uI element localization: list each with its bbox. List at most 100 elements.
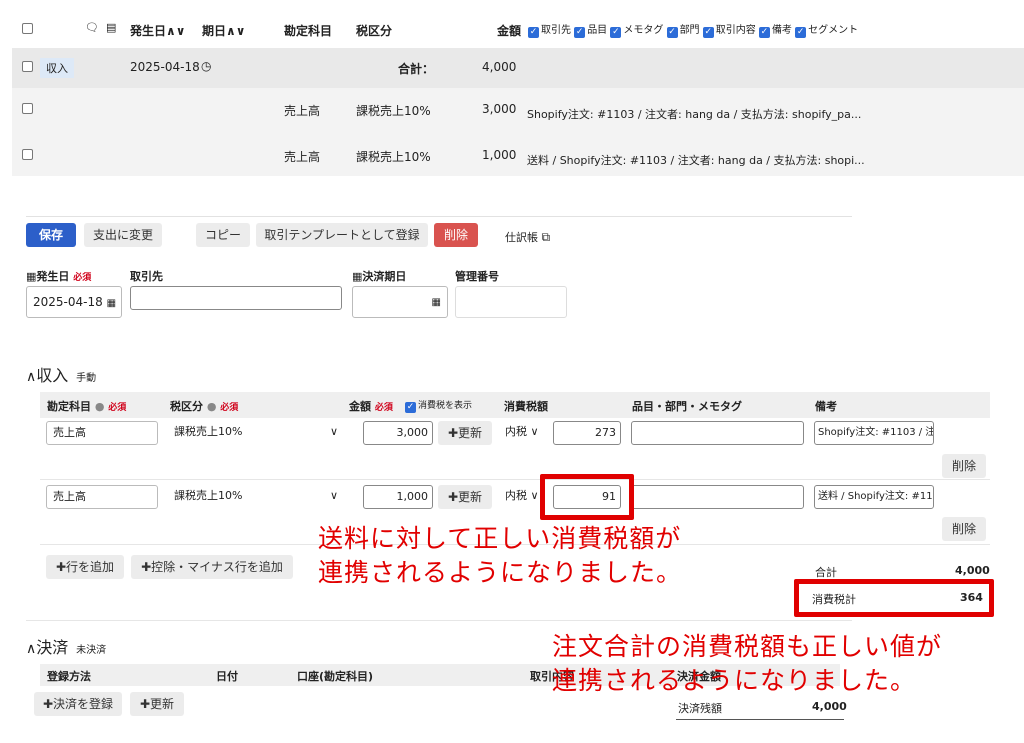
- due-date-field[interactable]: ▦: [352, 286, 448, 318]
- row-account: 売上高: [284, 104, 321, 118]
- settlement-title[interactable]: ∧決済 未決済: [26, 634, 106, 658]
- amount-field[interactable]: 3,000: [363, 421, 433, 445]
- check-icon: ✓: [666, 27, 678, 38]
- change-to-expense-button[interactable]: 支出に変更: [84, 223, 162, 247]
- chevron-down-icon: ∨: [530, 425, 539, 438]
- calendar-icon: ▦: [106, 298, 117, 309]
- divider: [40, 479, 990, 480]
- help-icon: ●: [206, 400, 217, 413]
- due-label: ▦決済期日: [352, 270, 407, 283]
- help-icon: ●: [94, 400, 105, 413]
- row-amount: 3,000: [482, 102, 517, 116]
- divider: [676, 719, 844, 720]
- add-minus-row-button[interactable]: ✚控除・マイナス行を追加: [131, 555, 293, 579]
- income-header-amount: 金額 必須: [349, 400, 393, 413]
- column-toggles: ✓ 取引先 ✓ 品目 ✓ メモタグ ✓ 部門 ✓ 取引内容 ✓ 備考 ✓ セグメント: [528, 21, 858, 38]
- income-total-label: 合計: [815, 566, 837, 579]
- plus-icon: ✚: [141, 560, 152, 574]
- toggle-section[interactable]: ✓ 部門: [666, 25, 700, 38]
- register-settlement-button[interactable]: ✚決済を登録: [34, 692, 122, 716]
- row-note: 送料 / Shopify注文: #1103 / 注文者: hang da / 支…: [527, 154, 865, 167]
- header-due[interactable]: 期日∧∨: [202, 22, 246, 39]
- header-date[interactable]: 発生日∧∨: [130, 22, 186, 39]
- row-tax: 課税売上10%: [356, 104, 431, 118]
- toggle-content[interactable]: ✓ 取引内容: [702, 25, 756, 38]
- row-account: 売上高: [284, 150, 321, 164]
- chevron-down-icon: ∨: [329, 425, 338, 438]
- row-tax: 課税売上10%: [356, 150, 431, 164]
- settlement-header-method: 登録方法: [47, 670, 91, 683]
- manage-label: 管理番号: [455, 270, 499, 283]
- copy-button[interactable]: コピー: [196, 223, 250, 247]
- calendar-icon: ▦: [26, 270, 37, 283]
- toggle-note[interactable]: ✓ 備考: [758, 25, 792, 38]
- note-field[interactable]: Shopify注文: #1103 / 注:: [814, 421, 934, 445]
- row-checkbox[interactable]: [22, 149, 33, 160]
- row-checkbox[interactable]: [22, 61, 33, 72]
- settlement-header-account: 口座(勘定科目): [297, 670, 374, 683]
- check-icon: ✓: [574, 27, 586, 38]
- tax-amount-field[interactable]: 273: [553, 421, 621, 445]
- delete-button[interactable]: 削除: [434, 223, 478, 247]
- income-header-tax-amount: 消費税額: [504, 400, 548, 413]
- calendar-icon: ▦: [352, 270, 363, 283]
- check-icon: ✓: [795, 27, 807, 38]
- plus-icon: ✚: [447, 426, 459, 440]
- header-tax: 税区分: [356, 24, 393, 38]
- toggle-item[interactable]: ✓ 品目: [574, 25, 607, 38]
- summary-date: 2025-04-18: [130, 60, 200, 74]
- plus-icon: ✚: [42, 697, 54, 711]
- summary-total-label: 合計：: [398, 62, 435, 76]
- toggle-memotag[interactable]: ✓ メモタグ: [610, 25, 663, 38]
- journal-link[interactable]: 仕訳帳 ⧉: [505, 229, 550, 245]
- check-icon: ✓: [758, 27, 770, 38]
- highlight-tax-amount: [540, 474, 634, 520]
- income-header-items: 品目・部門・メモタグ: [632, 400, 742, 413]
- chevron-down-icon: ∨: [530, 489, 539, 502]
- check-icon: ✓: [610, 27, 622, 38]
- row-checkbox[interactable]: [22, 103, 33, 114]
- divider: [26, 216, 852, 217]
- summary-total: 4,000: [482, 60, 517, 74]
- items-field[interactable]: [631, 421, 804, 445]
- highlight-tax-total: [794, 579, 994, 617]
- account-field[interactable]: 売上高: [46, 485, 158, 509]
- partner-label: 取引先: [130, 270, 163, 283]
- account-field[interactable]: 売上高: [46, 421, 158, 445]
- toggle-segment[interactable]: ✓ セグメント: [795, 25, 858, 38]
- income-header-tax: 税区分 ● 必須: [170, 400, 239, 413]
- toggle-partner[interactable]: ✓ 取引先: [528, 25, 571, 38]
- balance-label: 決済残額: [678, 702, 722, 715]
- income-header-note: 備考: [815, 400, 837, 413]
- date-field[interactable]: 2025-04-18 ▦: [26, 286, 122, 318]
- tax-select[interactable]: 課税売上10% ∨: [168, 421, 342, 445]
- partner-field[interactable]: [130, 286, 342, 310]
- amount-field[interactable]: 1,000: [363, 485, 433, 509]
- income-total: 4,000: [955, 564, 990, 577]
- save-button[interactable]: 保存: [26, 223, 76, 247]
- delete-row-button[interactable]: 削除: [942, 517, 986, 541]
- annotation-shipping-tax: 送料に対して正しい消費税額が 連携されるようになりました。: [318, 524, 683, 587]
- update-button[interactable]: ✚更新: [438, 485, 492, 509]
- annotation-order-total-tax: 注文合計の消費税額も正しい値が 連携されるようになりました。: [552, 632, 943, 695]
- date-label: ▦発生日 必須: [26, 270, 92, 283]
- settlement-update-button[interactable]: ✚更新: [130, 692, 184, 716]
- manage-number-field[interactable]: [455, 286, 567, 318]
- tax-mode-select[interactable]: 内税 ∨: [503, 421, 549, 445]
- show-tax-toggle[interactable]: ✓ 消費税を表示: [405, 398, 472, 413]
- check-icon: ✓: [405, 402, 416, 413]
- divider: [26, 620, 852, 621]
- check-icon: ✓: [528, 27, 539, 38]
- note-field[interactable]: 送料 / Shopify注文: #110: [814, 485, 934, 509]
- update-button[interactable]: ✚更新: [438, 421, 492, 445]
- settlement-header-date: 日付: [216, 670, 238, 683]
- income-header-account: 勘定科目 ● 必須: [47, 400, 127, 413]
- add-row-button[interactable]: ✚行を追加: [46, 555, 124, 579]
- document-icon: ▤: [106, 21, 117, 34]
- delete-row-button[interactable]: 削除: [942, 454, 986, 478]
- income-title[interactable]: ∧収入 手動: [26, 362, 96, 386]
- select-all-checkbox[interactable]: [22, 23, 33, 34]
- tax-select[interactable]: 課税売上10% ∨: [168, 485, 342, 509]
- register-template-button[interactable]: 取引テンプレートとして登録: [256, 223, 428, 247]
- items-field[interactable]: [631, 485, 804, 509]
